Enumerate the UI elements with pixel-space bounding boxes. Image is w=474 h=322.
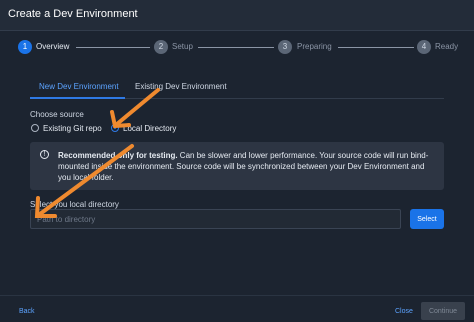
progress-stepper: 1 Overview 2 Setup 3 Preparing 4 Ready [0, 36, 474, 60]
step-connector-3 [338, 47, 414, 48]
window-title: Create a Dev Environment [8, 8, 138, 20]
step-3-circle: 3 [278, 40, 292, 54]
back-button[interactable]: Back [19, 308, 35, 315]
continue-button[interactable]: Continue [421, 302, 465, 320]
tab-new-dev-environment[interactable]: New Dev Environment [39, 82, 119, 91]
step-4-label: Ready [435, 42, 459, 51]
radio-button-selected[interactable] [111, 124, 119, 132]
step-4-circle: 4 [417, 40, 431, 54]
step-1-label: Overview [36, 42, 70, 51]
step-1-circle: 1 [18, 40, 32, 54]
step-2-label: Setup [172, 42, 193, 51]
step-connector-1 [76, 47, 150, 48]
active-tab-indicator [30, 97, 125, 99]
close-button[interactable]: Close [395, 308, 413, 315]
testing-warning-alert: ! Recommended only for testing. Can be s… [30, 142, 444, 190]
step-3-label: Preparing [297, 42, 332, 51]
step-2-circle: 2 [154, 40, 168, 54]
radio-local-directory[interactable]: Local Directory [111, 122, 176, 134]
dialog-footer: Back Close Continue [0, 295, 474, 322]
select-directory-button[interactable]: Select [410, 209, 444, 229]
radio-label: Local Directory [123, 123, 177, 133]
radio-button[interactable] [31, 124, 39, 132]
step-connector-2 [198, 47, 274, 48]
directory-label: Select you local directory [30, 200, 119, 209]
choose-source-label: Choose source [30, 110, 84, 119]
radio-label: Existing Git repo [43, 123, 102, 133]
tab-existing-dev-environment[interactable]: Existing Dev Environment [135, 82, 227, 91]
alert-strong-text: Recommended only for testing. [58, 151, 178, 160]
window-titlebar: Create a Dev Environment [0, 0, 474, 31]
info-icon: ! [40, 150, 49, 159]
directory-path-input[interactable] [30, 209, 401, 229]
radio-existing-git-repo[interactable]: Existing Git repo [31, 122, 102, 134]
